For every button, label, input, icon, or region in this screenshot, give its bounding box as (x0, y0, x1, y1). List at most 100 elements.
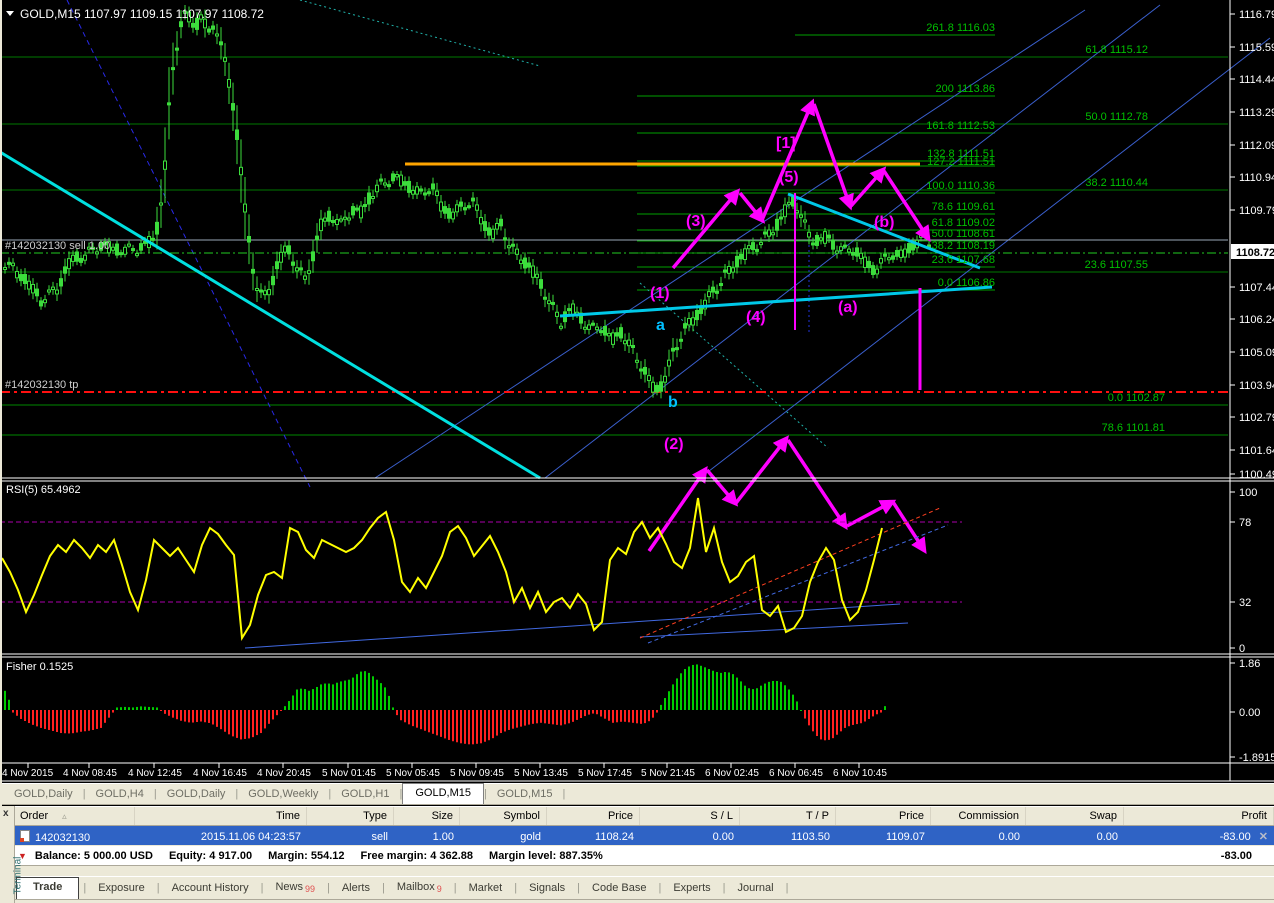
svg-text:78: 78 (1239, 517, 1251, 529)
column-header-order[interactable]: Order ▵ (14, 807, 135, 825)
terminal-tabbar: Trade | Exposure | Account History | News 99 | Al… (0, 876, 1274, 899)
svg-text:1103.94: 1103.94 (1239, 380, 1274, 392)
column-header-profit[interactable]: Profit (1124, 807, 1274, 825)
terminal-vertical-tab[interactable]: Terminal (12, 857, 23, 895)
free-margin-value: Free margin: 4 362.88 (360, 849, 474, 862)
svg-text:5 Nov 21:45: 5 Nov 21:45 (641, 768, 695, 779)
rsi-pane: RSI(5) 65.4962 (0, 484, 962, 649)
chart-tab-4[interactable]: GOLD,H1 (331, 785, 399, 804)
svg-text:38.2 1108.19: 38.2 1108.19 (932, 240, 995, 252)
terminal-tab-news[interactable]: News 99 (263, 878, 327, 899)
column-header-commission[interactable]: Commission (931, 807, 1026, 825)
chart-tabbar: GOLD,Daily | GOLD,H4 | GOLD,Daily | GOLD,Weekl… (0, 783, 1274, 805)
tab-badge: 9 (436, 884, 442, 894)
svg-text:(b): (b) (874, 214, 894, 231)
svg-text:6 Nov 06:45: 6 Nov 06:45 (769, 768, 823, 779)
terminal-tab-account-history[interactable]: Account History (160, 879, 261, 899)
chart-level-lines (0, 0, 1271, 488)
order-type-icon (20, 829, 30, 842)
svg-text:1115.59: 1115.59 (1239, 42, 1274, 54)
equity-value: Equity: 4 917.00 (168, 849, 253, 862)
balance-row: ▼ Balance: 5 000.00 USD Equity: 4 917.00… (14, 846, 1274, 866)
order-cell-8: 1109.07 (886, 830, 925, 843)
chart-tab-2[interactable]: GOLD,Daily (157, 785, 236, 804)
terminal-panel: Order ▵ Time Type Size Symbol Price S / LT / PP… (0, 806, 1274, 876)
column-header-price[interactable]: Price (547, 807, 640, 825)
svg-text:-1.8915: -1.8915 (1239, 752, 1274, 764)
fisher-pane: Fisher 0.1525 (4, 661, 886, 745)
order-tp-label: #142032130 tp (5, 379, 78, 391)
symbol-ohlc-readout[interactable]: GOLD,M15 1107.97 1109.15 1107.97 1108.72 (6, 7, 264, 21)
svg-text:1114.44: 1114.44 (1239, 74, 1274, 86)
column-header-tp[interactable]: T / P (740, 807, 836, 825)
terminal-tab-market[interactable]: Market (457, 879, 515, 899)
terminal-tab-mailbox[interactable]: Mailbox 9 (385, 878, 454, 899)
rsi-label: RSI(5) 65.4962 (6, 484, 81, 496)
svg-text:5 Nov 17:45: 5 Nov 17:45 (578, 768, 632, 779)
column-header-symbol[interactable]: Symbol (460, 807, 547, 825)
margin-value: Margin: 554.12 (268, 849, 345, 862)
svg-text:(2): (2) (664, 436, 684, 453)
svg-text:1116.79: 1116.79 (1239, 9, 1274, 21)
balance-value: Balance: 5 000.00 USD (34, 849, 153, 862)
svg-text:100.0 1110.36: 100.0 1110.36 (926, 180, 995, 192)
svg-text:4 Nov 12:45: 4 Nov 12:45 (128, 768, 182, 779)
svg-text:1112.09: 1112.09 (1239, 140, 1274, 152)
svg-text:5 Nov 13:45: 5 Nov 13:45 (514, 768, 568, 779)
svg-text:32: 32 (1239, 597, 1251, 609)
svg-text:6 Nov 02:45: 6 Nov 02:45 (705, 768, 759, 779)
terminal-tab-code-base[interactable]: Code Base (580, 879, 658, 899)
svg-text:261.8 1116.03: 261.8 1116.03 (926, 22, 995, 34)
column-header-type[interactable]: Type (307, 807, 394, 825)
time-axis[interactable]: 4 Nov 2015 4 Nov 08:45 4 Nov 12:45 4 Nov 16… (0, 763, 1274, 782)
chart-tab-0[interactable]: GOLD,Daily (4, 785, 83, 804)
order-cell-9: 0.00 (998, 830, 1020, 843)
sort-indicator: ▵ (62, 811, 67, 821)
svg-text:78.6 1101.81: 78.6 1101.81 (1102, 422, 1165, 434)
terminal-tab-alerts[interactable]: Alerts (330, 879, 382, 899)
svg-text:78.6 1109.61: 78.6 1109.61 (932, 201, 995, 213)
svg-text:50.0 1112.78: 50.0 1112.78 (1085, 111, 1148, 123)
order-open-price-label: #142032130 sell 1.00 (5, 240, 110, 252)
close-order-button[interactable]: ✕ (1259, 831, 1268, 843)
tab-badge: 99 (304, 884, 315, 894)
svg-text:1101.64: 1101.64 (1239, 445, 1274, 457)
svg-text:a: a (656, 317, 665, 334)
order-row[interactable]: 142032130 2015.11.06 04:23:57 sell 1.00 gold… (14, 826, 1274, 845)
column-header-sl[interactable]: S / L (640, 807, 740, 825)
svg-text:1109.79: 1109.79 (1239, 205, 1274, 217)
column-header-size[interactable]: Size (394, 807, 460, 825)
svg-text:(a): (a) (838, 299, 858, 316)
terminal-tab-exposure[interactable]: Exposure (86, 879, 156, 899)
order-cell-2: sell (371, 830, 388, 843)
symbol-ohlc-text: GOLD,M15 1107.97 1109.15 1107.97 1108.72 (20, 7, 264, 21)
order-cell-0: 142032130 (14, 828, 135, 844)
order-cell-11: -83.00 ✕ (1219, 831, 1268, 843)
chart-tab-1[interactable]: GOLD,H4 (86, 785, 154, 804)
chart-canvas[interactable]: 261.8 1116.03200 1113.86161.8 1112.53132… (0, 0, 1274, 783)
terminal-close-button[interactable]: x (3, 808, 9, 819)
svg-text:1107.44: 1107.44 (1239, 282, 1274, 294)
chart-tab-6[interactable]: GOLD,M15 (487, 785, 563, 804)
chart-tab-5[interactable]: GOLD,M15 (402, 783, 484, 804)
svg-text:100: 100 (1239, 487, 1257, 499)
svg-text:1113.29: 1113.29 (1239, 107, 1274, 119)
terminal-tab-signals[interactable]: Signals (517, 879, 577, 899)
column-header-time[interactable]: Time (135, 807, 307, 825)
svg-text:161.8 1112.53: 161.8 1112.53 (926, 120, 995, 132)
svg-text:4 Nov 20:45: 4 Nov 20:45 (257, 768, 311, 779)
terminal-tab-trade[interactable]: Trade (16, 877, 80, 899)
chart-tab-3[interactable]: GOLD,Weekly (238, 785, 328, 804)
terminal-tab-experts[interactable]: Experts (661, 879, 722, 899)
terminal-tab-journal[interactable]: Journal (725, 879, 785, 899)
indicator-axes: 100 78 32 0 1.86 0.00 -1.8915 (1230, 487, 1274, 764)
svg-text:38.2 1110.44: 38.2 1110.44 (1085, 177, 1148, 189)
svg-text:127.2 1111.51: 127.2 1111.51 (927, 156, 995, 168)
svg-text:5 Nov 01:45: 5 Nov 01:45 (322, 768, 376, 779)
svg-text:0.00: 0.00 (1239, 707, 1260, 719)
column-header-swap[interactable]: Swap (1026, 807, 1124, 825)
total-profit-value: -83.00 (1220, 849, 1252, 862)
svg-text:0.0 1102.87: 0.0 1102.87 (1108, 392, 1165, 404)
column-header-price[interactable]: Price (836, 807, 931, 825)
window-left-border (0, 0, 2, 806)
